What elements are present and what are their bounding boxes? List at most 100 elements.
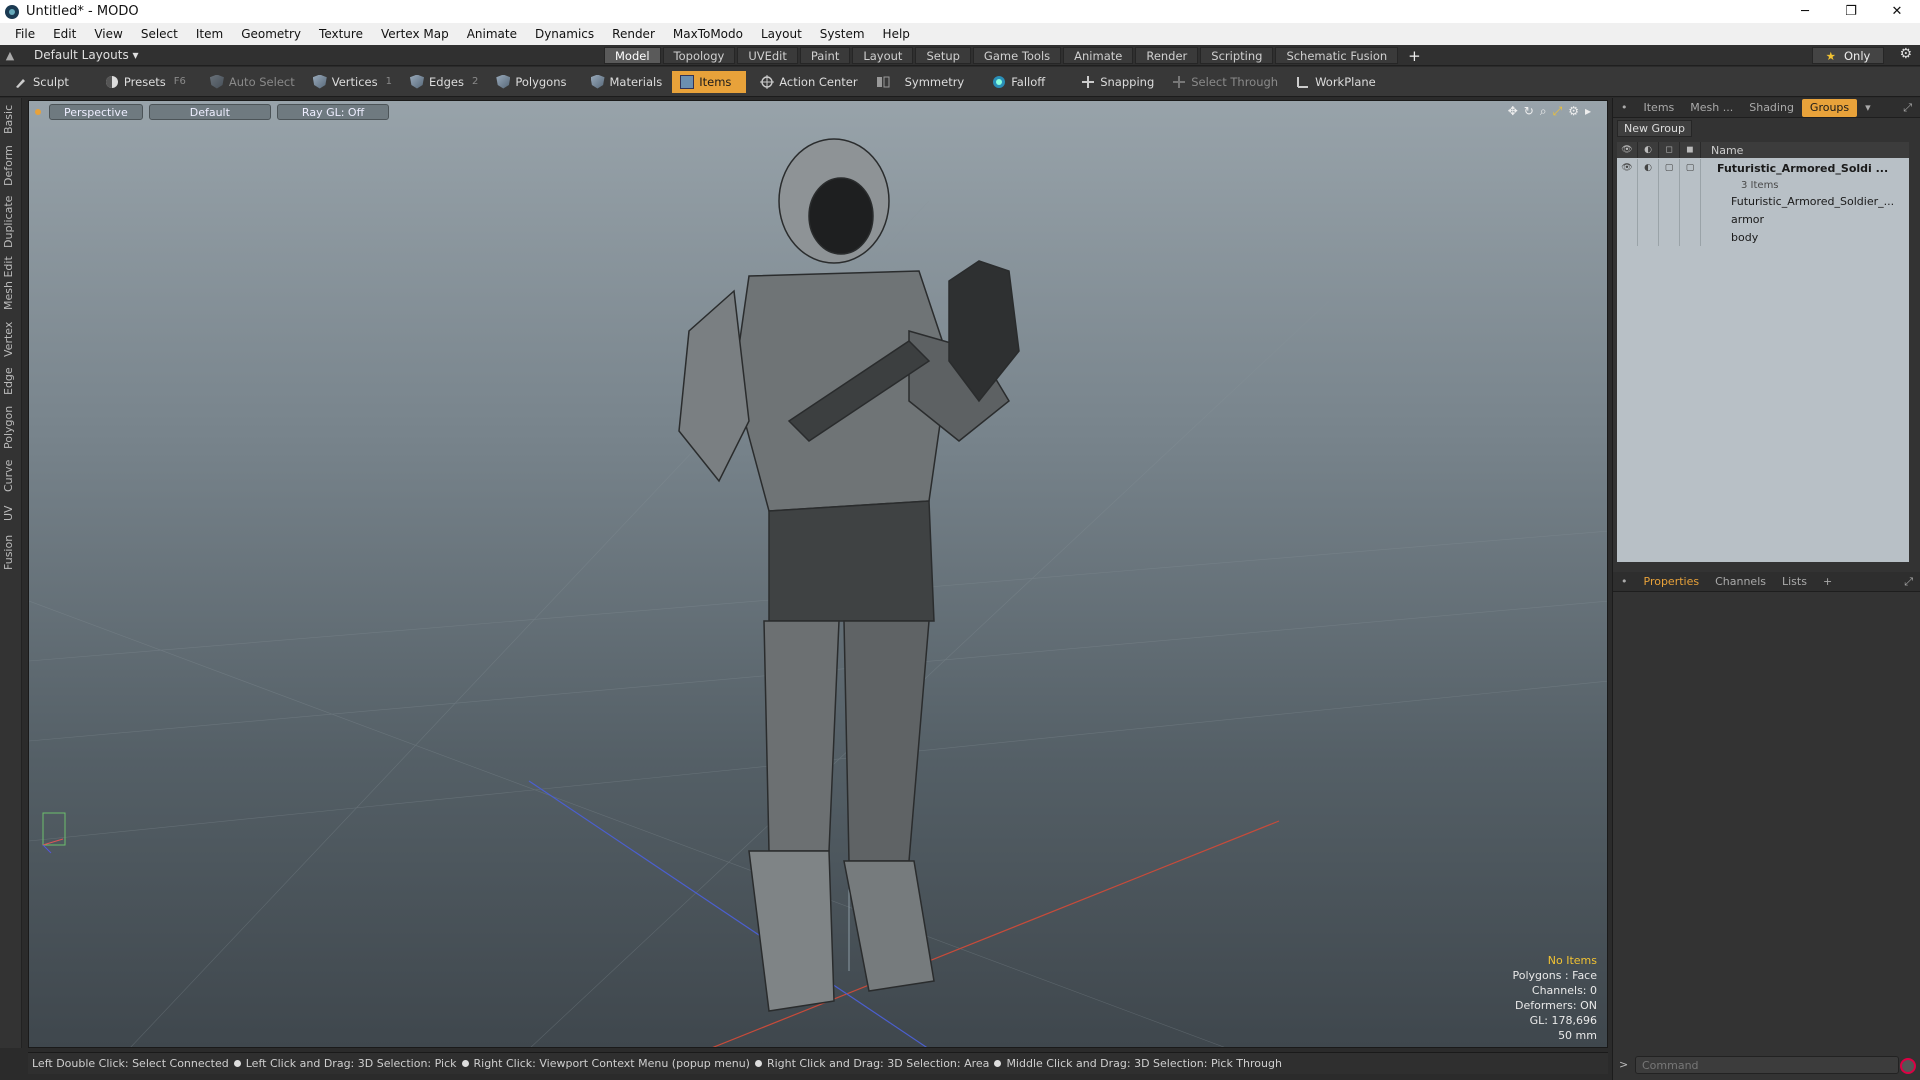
left-tab-curve[interactable]: Curve: [2, 458, 20, 494]
select-col-icon[interactable]: ◼: [1680, 142, 1701, 158]
menu-select[interactable]: Select: [132, 27, 187, 41]
menu-file[interactable]: File: [6, 27, 44, 41]
close-button[interactable]: ✕: [1874, 0, 1920, 23]
tab-groups[interactable]: Groups: [1801, 98, 1858, 117]
tab-shading[interactable]: Shading: [1741, 99, 1802, 117]
viewport-settings-icon[interactable]: ⚙: [1568, 104, 1579, 119]
shading-mode-button[interactable]: Default: [148, 104, 271, 120]
workplane-button[interactable]: WorkPlane: [1288, 71, 1384, 93]
select-through-button[interactable]: Select Through: [1164, 71, 1286, 93]
tab-uvedit[interactable]: UVEdit: [737, 47, 798, 64]
items-button[interactable]: Items: [672, 70, 747, 93]
tab-render[interactable]: Render: [1135, 47, 1199, 64]
lock-toggle-icon[interactable]: ▢: [1659, 159, 1680, 177]
armored-soldier-model[interactable]: [678, 138, 1020, 1012]
zoom-icon[interactable]: ⌕: [1540, 104, 1547, 119]
maximize-viewport-icon[interactable]: ⤢: [1553, 104, 1563, 119]
left-tab-deform[interactable]: Deform: [2, 145, 20, 186]
name-column-header[interactable]: Name: [1701, 144, 1743, 157]
left-tab-polygon[interactable]: Polygon: [2, 404, 20, 450]
tab-paint[interactable]: Paint: [799, 47, 851, 64]
command-input[interactable]: Command: [1635, 1056, 1899, 1074]
render-toggle-icon[interactable]: ◐: [1638, 159, 1659, 177]
tab-lists[interactable]: Lists: [1774, 573, 1815, 591]
tab-topology[interactable]: Topology: [662, 47, 736, 64]
tab-channels[interactable]: Channels: [1707, 573, 1774, 591]
action-center-button[interactable]: Action Center: [752, 71, 865, 93]
tab-animate[interactable]: Animate: [1063, 47, 1134, 64]
tab-mesh[interactable]: Mesh ...: [1682, 99, 1741, 117]
raygl-button[interactable]: Ray GL: Off: [276, 104, 390, 120]
menu-texture[interactable]: Texture: [310, 27, 372, 41]
menu-help[interactable]: Help: [874, 27, 919, 41]
tab-properties[interactable]: Properties: [1636, 573, 1708, 591]
view-mode-button[interactable]: Perspective: [49, 104, 143, 120]
menu-animate[interactable]: Animate: [458, 27, 526, 41]
left-tab-uv[interactable]: UV: [2, 502, 20, 524]
add-panel-tab-button[interactable]: +: [1815, 573, 1840, 591]
layout-select[interactable]: Default Layouts ▾: [34, 48, 139, 62]
tab-setup[interactable]: Setup: [915, 47, 971, 64]
info-no-items: No Items: [1547, 954, 1597, 967]
menu-view[interactable]: View: [85, 27, 131, 41]
panel-dropdown-icon[interactable]: ▾: [1857, 99, 1879, 117]
edges-button[interactable]: Edges 2: [402, 71, 486, 93]
list-item[interactable]: body: [1617, 228, 1909, 246]
presets-button[interactable]: Presets F6: [97, 71, 194, 93]
left-tab-basic[interactable]: Basic: [2, 104, 20, 134]
select-toggle-icon[interactable]: ▢: [1680, 159, 1701, 177]
viewport-nav-icons: ✥ ↻ ⌕ ⤢ ⚙ ▸: [1508, 104, 1591, 119]
snapping-button[interactable]: Snapping: [1073, 71, 1162, 93]
render-col-icon[interactable]: ◐: [1638, 142, 1659, 158]
left-tab-mesh-edit[interactable]: Mesh Edit: [2, 256, 20, 310]
vertices-button[interactable]: Vertices 1: [305, 71, 400, 93]
collapse-up-icon[interactable]: ▲: [0, 49, 20, 62]
rotate-icon[interactable]: ↻: [1524, 104, 1534, 119]
polygons-button[interactable]: Polygons: [488, 71, 574, 93]
left-tab-duplicate[interactable]: Duplicate: [2, 196, 20, 248]
menu-geometry[interactable]: Geometry: [232, 27, 310, 41]
viewport-menu-arrow-icon[interactable]: ▸: [1585, 104, 1591, 119]
3d-viewport[interactable]: Perspective Default Ray GL: Off ✥ ↻ ⌕ ⤢ …: [28, 100, 1608, 1048]
menu-render[interactable]: Render: [603, 27, 664, 41]
tab-model[interactable]: Model: [604, 47, 661, 64]
tab-game-tools[interactable]: Game Tools: [972, 47, 1062, 64]
visibility-col-icon[interactable]: 👁: [1617, 142, 1638, 158]
pan-icon[interactable]: ✥: [1508, 104, 1518, 119]
tab-schematic-fusion[interactable]: Schematic Fusion: [1275, 47, 1399, 64]
auto-select-button[interactable]: Auto Select: [202, 71, 303, 93]
list-item[interactable]: armor: [1617, 210, 1909, 228]
menu-layout[interactable]: Layout: [752, 27, 811, 41]
record-macro-icon[interactable]: [1900, 1058, 1916, 1074]
tab-layout[interactable]: Layout: [852, 47, 914, 64]
only-button[interactable]: ★ Only: [1812, 47, 1884, 64]
tab-items[interactable]: Items: [1636, 99, 1683, 117]
maximize-button[interactable]: ❐: [1828, 0, 1874, 23]
symmetry-button[interactable]: Symmetry: [868, 71, 973, 93]
falloff-button[interactable]: Falloff: [984, 71, 1053, 93]
tab-scripting[interactable]: Scripting: [1200, 47, 1274, 64]
left-tab-edge[interactable]: Edge: [2, 366, 20, 396]
panel-expand-icon[interactable]: ⤢: [1896, 573, 1920, 591]
left-tab-fusion[interactable]: Fusion: [2, 532, 20, 572]
left-tab-vertex[interactable]: Vertex: [2, 320, 20, 358]
menu-item[interactable]: Item: [187, 27, 232, 41]
minimize-button[interactable]: ─: [1782, 0, 1828, 23]
panel-expand-icon[interactable]: ⤢: [1895, 99, 1920, 117]
add-tab-button[interactable]: +: [1408, 47, 1421, 65]
list-item[interactable]: Futuristic_Armored_Soldier_...: [1617, 192, 1909, 210]
menu-edit[interactable]: Edit: [44, 27, 85, 41]
eye-icon[interactable]: 👁: [1617, 159, 1638, 177]
menu-maxtomodo[interactable]: MaxToModo: [664, 27, 752, 41]
sculpt-button[interactable]: Sculpt: [6, 71, 77, 93]
properties-panel-tabs: • Properties Channels Lists + ⤢: [1613, 572, 1920, 592]
group-row[interactable]: 👁 ◐ ▢ ▢ Futuristic_Armored_Soldi ...: [1617, 158, 1909, 178]
materials-button[interactable]: Materials: [583, 71, 671, 93]
menu-vertex-map[interactable]: Vertex Map: [372, 27, 458, 41]
menu-system[interactable]: System: [811, 27, 874, 41]
lock-col-icon[interactable]: ◻: [1659, 142, 1680, 158]
new-group-button[interactable]: New Group: [1617, 120, 1692, 137]
groups-list-header: 👁 ◐ ◻ ◼ Name: [1617, 142, 1909, 158]
gear-icon[interactable]: ⚙: [1899, 46, 1912, 62]
menu-dynamics[interactable]: Dynamics: [526, 27, 603, 41]
